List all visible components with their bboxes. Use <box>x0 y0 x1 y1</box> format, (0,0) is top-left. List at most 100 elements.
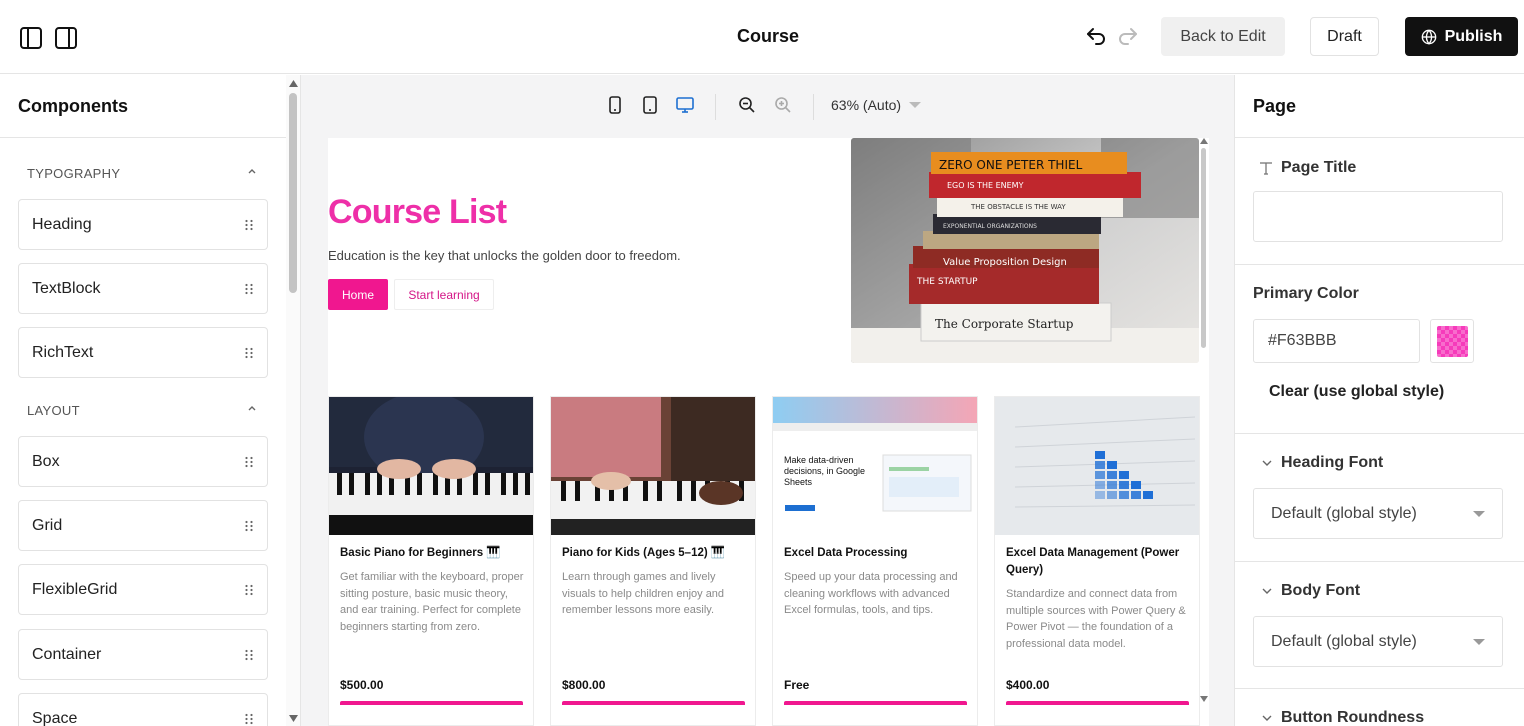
component-heading[interactable]: Heading <box>18 199 268 250</box>
page-scrollbar[interactable] <box>1199 138 1209 704</box>
drag-handle-icon[interactable] <box>244 347 254 359</box>
chevron-down-icon <box>1262 588 1272 594</box>
publish-button[interactable]: Publish <box>1405 17 1518 56</box>
course-description: Standardize and connect data from multip… <box>1006 588 1186 650</box>
course-card[interactable]: Excel Data Management (Power Query) Stan… <box>994 396 1200 726</box>
page-title-input[interactable] <box>1253 191 1503 242</box>
redo-icon[interactable] <box>1116 24 1140 48</box>
course-thumbnail <box>551 397 755 535</box>
component-space[interactable]: Space <box>18 693 268 726</box>
course-card[interactable]: Make data-driven decisions, in Google Sh… <box>772 396 978 726</box>
course-title: Excel Data Processing <box>784 547 908 559</box>
course-title: Excel Data Management (Power Query) <box>1006 547 1180 576</box>
enroll-button[interactable] <box>562 701 745 705</box>
course-price: $800.00 <box>562 678 606 692</box>
chevron-down-icon <box>909 102 922 108</box>
drag-handle-icon[interactable] <box>244 456 254 468</box>
component-label: RichText <box>32 343 94 361</box>
drag-handle-icon[interactable] <box>244 520 254 532</box>
components-scrollbar[interactable] <box>286 75 301 726</box>
course-price: Free <box>784 678 810 692</box>
body-font-section: Body Font Default (global style) <box>1235 562 1524 689</box>
toolbar-divider <box>813 94 814 120</box>
primary-color-section: Primary Color #F63BBB Clear (use global … <box>1235 265 1524 434</box>
drag-handle-icon[interactable] <box>244 219 254 231</box>
draft-button[interactable]: Draft <box>1310 17 1379 56</box>
toolbar-divider <box>715 94 716 120</box>
zoom-value: 63% (Auto) <box>831 97 902 113</box>
component-richtext[interactable]: RichText <box>18 327 268 378</box>
scroll-down-arrow-icon[interactable] <box>289 715 298 722</box>
canvas-area: 63% (Auto) Course List Education is the … <box>301 75 1234 726</box>
color-swatch-button[interactable] <box>1430 319 1474 363</box>
svg-text:EXPONENTIAL ORGANIZATIONS: EXPONENTIAL ORGANIZATIONS <box>943 223 1037 230</box>
enroll-button[interactable] <box>1006 701 1189 705</box>
primary-color-input[interactable]: #F63BBB <box>1253 319 1420 363</box>
svg-text:THE OBSTACLE IS THE WAY: THE OBSTACLE IS THE WAY <box>970 203 1066 211</box>
section-label-layout: LAYOUT <box>27 403 80 418</box>
top-bar: Course Back to Edit Draft Publish <box>0 0 1524 74</box>
component-flexiblegrid[interactable]: FlexibleGrid <box>18 564 268 615</box>
thumbnail-caption: Make data-driven decisions, in Google Sh… <box>784 455 866 487</box>
drag-handle-icon[interactable] <box>244 713 254 725</box>
heading-font-select[interactable]: Default (global style) <box>1253 488 1503 539</box>
undo-icon[interactable] <box>1084 24 1108 48</box>
components-title: Components <box>0 75 286 138</box>
drag-handle-icon[interactable] <box>244 283 254 295</box>
component-textblock[interactable]: TextBlock <box>18 263 268 314</box>
course-card[interactable]: Basic Piano for Beginners 🎹 Get familiar… <box>328 396 534 726</box>
home-button[interactable]: Home <box>328 279 388 310</box>
chevron-up-icon[interactable] <box>246 165 258 177</box>
caret-down-icon <box>1473 510 1485 517</box>
page-settings-panel: Page Page Title Primary Color #F63BBB Cl… <box>1234 75 1524 726</box>
enroll-button[interactable] <box>340 701 523 705</box>
component-container[interactable]: Container <box>18 629 268 680</box>
chevron-down-icon <box>1262 715 1272 721</box>
component-label: Heading <box>32 215 92 233</box>
enroll-button[interactable] <box>784 701 967 705</box>
component-label: Space <box>32 709 78 726</box>
svg-text:THE STARTUP: THE STARTUP <box>916 277 978 287</box>
hero-subtitle: Education is the key that unlocks the go… <box>328 248 681 263</box>
canvas-toolbar: 63% (Auto) <box>301 75 1234 137</box>
button-roundness-label[interactable]: Button Roundness <box>1261 709 1424 726</box>
publish-label: Publish <box>1444 27 1503 45</box>
chevron-down-icon <box>1262 460 1272 466</box>
zoom-out-icon[interactable] <box>737 95 757 115</box>
course-title: Basic Piano for Beginners 🎹 <box>340 547 501 559</box>
course-description: Learn through games and lively visuals t… <box>562 571 725 616</box>
scroll-up-arrow-icon[interactable] <box>289 80 298 87</box>
svg-text:The Corporate Startup: The Corporate Startup <box>935 317 1074 331</box>
body-font-label[interactable]: Body Font <box>1261 582 1360 600</box>
hero-image: ZERO ONE PETER THIEL EGO IS THE ENEMY TH… <box>851 138 1199 363</box>
scrollbar-thumb[interactable] <box>1201 148 1206 348</box>
drag-handle-icon[interactable] <box>244 584 254 596</box>
course-title: Piano for Kids (Ages 5–12) 🎹 <box>562 547 726 559</box>
scroll-up-arrow-icon[interactable] <box>1200 138 1208 144</box>
course-thumbnail: Make data-driven decisions, in Google Sh… <box>773 397 977 535</box>
course-card[interactable]: Piano for Kids (Ages 5–12) 🎹 Learn throu… <box>550 396 756 726</box>
component-label: Box <box>32 452 60 470</box>
tablet-view-icon[interactable] <box>640 95 660 115</box>
back-to-edit-button[interactable]: Back to Edit <box>1161 17 1285 56</box>
clear-color-button[interactable]: Clear (use global style) <box>1269 383 1444 401</box>
component-label: Grid <box>32 516 63 534</box>
zoom-select[interactable]: 63% (Auto) <box>831 97 922 113</box>
zoom-in-icon[interactable] <box>773 95 793 115</box>
scrollbar-thumb[interactable] <box>289 93 297 293</box>
chevron-up-icon[interactable] <box>246 402 258 414</box>
drag-handle-icon[interactable] <box>244 649 254 661</box>
body-font-select[interactable]: Default (global style) <box>1253 616 1503 667</box>
primary-color-label: Primary Color <box>1253 285 1359 302</box>
text-type-icon <box>1260 162 1272 175</box>
desktop-view-icon[interactable] <box>675 95 695 115</box>
scroll-down-arrow-icon[interactable] <box>1200 696 1208 702</box>
svg-text:EGO IS THE ENEMY: EGO IS THE ENEMY <box>947 181 1024 190</box>
start-learning-button[interactable]: Start learning <box>394 279 494 310</box>
heading-font-label[interactable]: Heading Font <box>1261 454 1383 472</box>
book-spine-text: ZERO ONE PETER THIEL <box>939 158 1083 172</box>
page-title: Course <box>736 26 799 46</box>
component-grid[interactable]: Grid <box>18 500 268 551</box>
component-box[interactable]: Box <box>18 436 268 487</box>
mobile-view-icon[interactable] <box>605 95 625 115</box>
